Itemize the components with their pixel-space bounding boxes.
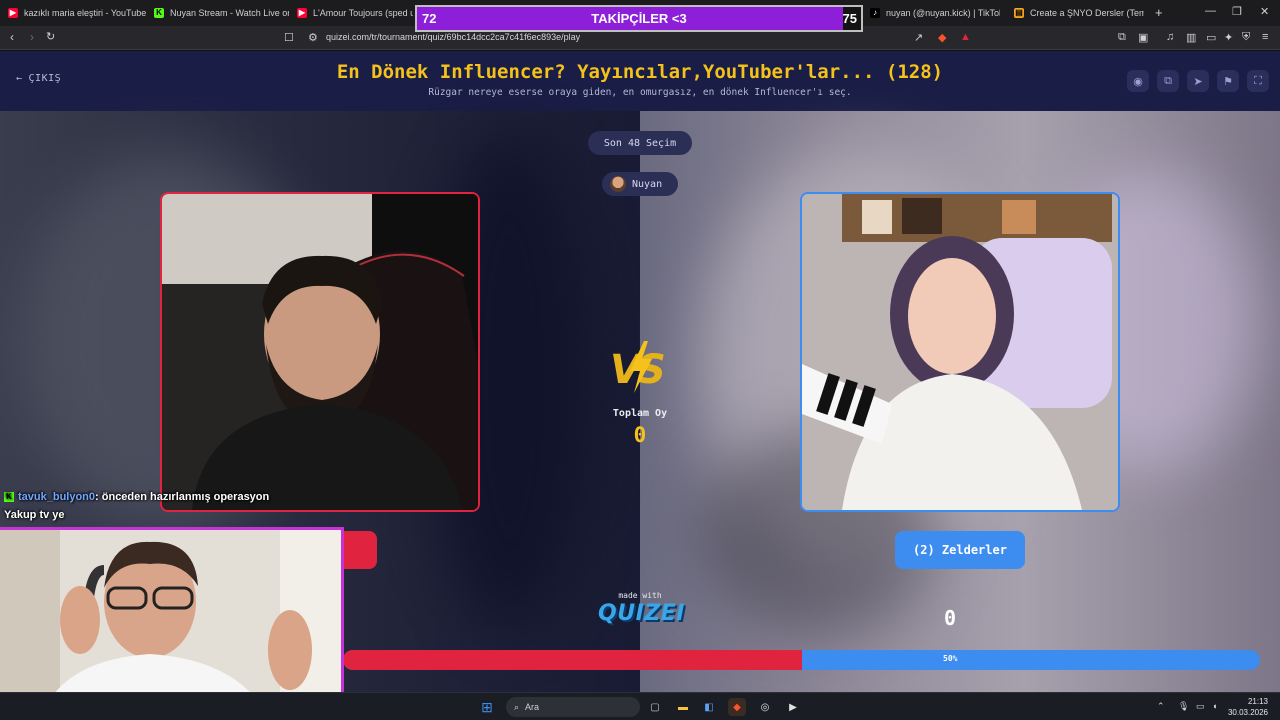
leo-icon[interactable]: ✦ (1224, 31, 1233, 44)
page-subtitle: Rüzgar nereye eserse oraya giden, en omu… (428, 87, 852, 98)
contestant-left-image (162, 194, 478, 510)
chat-text: : önceden hazırlanmış operasyon (95, 491, 270, 503)
youtube-icon: ▶ (8, 8, 18, 18)
sidebar-icon[interactable]: ▥ (1186, 31, 1196, 44)
menu-icon[interactable]: ≡ (1262, 31, 1268, 43)
follower-goal-target: 75 (842, 11, 857, 26)
brave-browser-icon[interactable]: ◆ (728, 698, 746, 716)
taskbar-search[interactable]: ⌕ Ara (506, 697, 640, 717)
browser-tab[interactable]: K Nuyan Stream - Watch Live on Ki (154, 4, 289, 22)
avatar (610, 176, 626, 192)
vote-progress-bar: 50% (343, 650, 1260, 670)
site-info-icon[interactable]: ⚙ (308, 31, 318, 44)
round-counter: Son 48 Seçim (588, 131, 692, 155)
tab-title: L'Amour Toujours (sped up (313, 8, 413, 18)
kick-icon: K (154, 8, 164, 18)
contestant-right-card[interactable] (800, 192, 1120, 512)
wallet-icon[interactable]: ▭ (1206, 31, 1216, 44)
follower-goal-title: TAKİPÇİLER <3 (591, 11, 687, 26)
media-player-icon[interactable]: ▶ (784, 698, 802, 716)
volume-icon[interactable]: ◖ (1212, 701, 1217, 711)
restore-button[interactable]: ❐ (1232, 5, 1242, 18)
host-badge: Nuyan (602, 172, 678, 196)
browser-tab[interactable]: ♪ nuyan (@nuyan.kick) | TikTok (870, 4, 1000, 22)
chat-message: Yakup tv ye (4, 506, 269, 524)
task-view-icon[interactable]: ▢ (646, 698, 664, 716)
tab-title: Create a ŞNYO Dersler (Temel) Tin (1030, 8, 1144, 18)
tray-chevron-icon[interactable]: ⌃ (1157, 701, 1165, 712)
microphone-icon[interactable]: 🎙 (1178, 701, 1189, 712)
file-explorer-icon[interactable]: ▬ (674, 698, 692, 716)
clock-time: 21:13 (1247, 697, 1268, 706)
choose-right-button[interactable]: (2) Zelderler (895, 531, 1025, 569)
quizei-logo[interactable]: QUIZEI (598, 601, 684, 626)
close-button[interactable]: ✕ (1260, 5, 1269, 18)
tiktok-icon: ♪ (870, 8, 880, 18)
rewards-icon[interactable]: ▲ (960, 31, 971, 43)
vote-progress-label: 50% (943, 654, 958, 663)
chat-message: K tavuk_bulyon0 : önceden hazırlanmış op… (4, 488, 269, 506)
music-icon[interactable]: ♫ (1166, 31, 1174, 43)
chat-username: tavuk_bulyon0 (18, 491, 96, 503)
tab-title: nuyan (@nuyan.kick) | TikTok (886, 8, 1000, 18)
new-tab-button[interactable]: + (1155, 5, 1163, 20)
follower-goal-bar: 72 TAKİPÇİLER <3 75 (415, 5, 863, 32)
tab-title: Nuyan Stream - Watch Live on Ki (170, 8, 289, 18)
made-with-label: made with (618, 591, 662, 600)
fullscreen-icon[interactable]: ⛶ (1247, 70, 1269, 92)
total-votes-value: 0 (633, 423, 647, 447)
browser-tab[interactable]: ▶ kazıklı maria eleştiri - YouTube (8, 4, 148, 22)
vpn-icon[interactable]: ⛨ (1242, 31, 1250, 44)
page-title: En Dönek Influencer? Yayıncılar,YouTuber… (336, 61, 944, 83)
search-icon: ⌕ (514, 701, 520, 712)
windows-start-icon[interactable]: ⊞ (478, 698, 496, 716)
minimize-button[interactable]: — (1205, 5, 1216, 17)
browser-tab[interactable]: ▶ L'Amour Toujours (sped up (297, 4, 413, 22)
obs-icon[interactable]: ◎ (756, 698, 774, 716)
flag-icon[interactable]: ⚑ (1217, 70, 1239, 92)
system-clock[interactable]: 21:13 30.03.2026 (1228, 696, 1268, 718)
vote-progress-left-fill (343, 650, 802, 670)
lightning-icon (630, 341, 652, 393)
page-icon: ▤ (1014, 8, 1024, 18)
kick-icon: K (4, 492, 14, 502)
contestant-right-image (802, 194, 1118, 510)
right-score: 0 (943, 606, 957, 630)
eye-icon[interactable]: ◉ (1127, 70, 1149, 92)
extensions-icon[interactable]: ⧉ (1118, 31, 1126, 44)
clock-date: 30.03.2026 (1227, 708, 1268, 717)
network-icon[interactable]: ▭ (1196, 701, 1205, 712)
brave-shield-icon[interactable]: ◆ (938, 31, 946, 44)
share-page-icon[interactable]: ↗ (914, 31, 923, 44)
youtube-icon: ▶ (297, 8, 307, 18)
vs-badge: VS (600, 341, 680, 401)
back-icon[interactable]: ‹ (10, 30, 14, 44)
page-header: ← ÇIKIŞ En Dönek Influencer? Yayıncılar,… (0, 51, 1280, 111)
bookmark-icon[interactable]: ☐ (284, 31, 294, 44)
browser-tab[interactable]: ▤ Create a ŞNYO Dersler (Temel) Tin (1014, 4, 1144, 22)
send-icon[interactable]: ➤ (1187, 70, 1209, 92)
url-field[interactable]: quizei.com/tr/tournament/quiz/69bc14dcc2… (326, 32, 580, 42)
reload-icon[interactable]: ↻ (46, 30, 55, 43)
tab-title: kazıklı maria eleştiri - YouTube (24, 8, 147, 18)
share-icon[interactable]: ⧉ (1157, 70, 1179, 92)
tab-search-icon[interactable]: ▣ (1138, 31, 1148, 44)
contestant-left-card[interactable] (160, 192, 480, 512)
host-name: Nuyan (632, 178, 663, 190)
windows-taskbar: ⊞ ⌕ Ara ▢ ▬ ◧ ◆ ◎ ▶ ⌃ 🎙 ▭ ◖ 21:13 30.03.… (0, 692, 1280, 720)
forward-icon[interactable]: › (30, 30, 34, 44)
total-votes-label: Toplam Oy (612, 408, 668, 419)
chat-overlay: K tavuk_bulyon0 : önceden hazırlanmış op… (4, 488, 269, 524)
store-icon[interactable]: ◧ (700, 698, 718, 716)
search-placeholder: Ara (525, 702, 540, 712)
chat-text: Yakup tv ye (4, 509, 65, 521)
